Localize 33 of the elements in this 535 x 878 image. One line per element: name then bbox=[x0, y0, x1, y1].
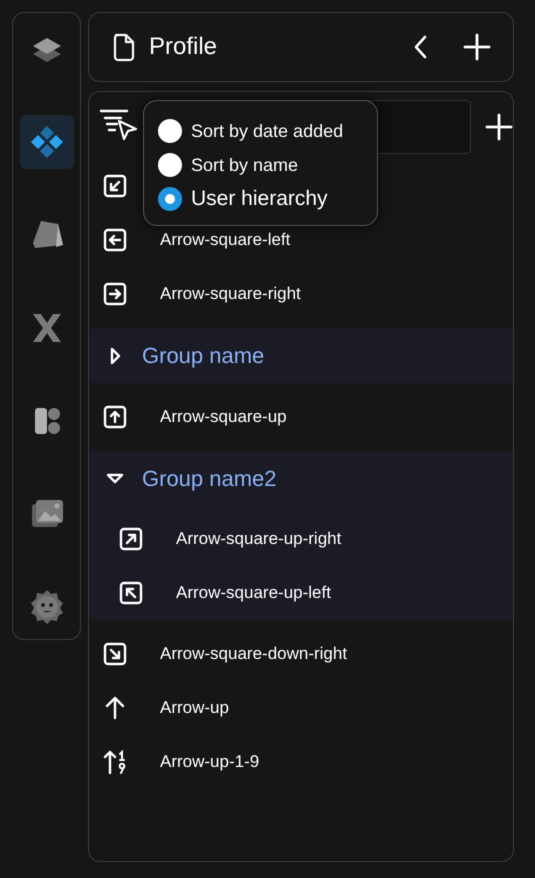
list-item[interactable]: Arrow-up bbox=[160, 698, 229, 718]
sort-ascending-icon bbox=[102, 749, 128, 775]
radio-button[interactable] bbox=[158, 119, 182, 143]
add-item-button[interactable] bbox=[485, 113, 513, 141]
filter-icon[interactable] bbox=[100, 110, 128, 132]
list-item[interactable]: Arrow-square-left bbox=[160, 230, 290, 250]
plus-icon bbox=[463, 33, 491, 61]
radio-button[interactable] bbox=[158, 153, 182, 177]
sort-option[interactable]: Sort by date added bbox=[158, 114, 377, 148]
add-button[interactable] bbox=[463, 33, 491, 61]
list-item[interactable]: Arrow-square-up bbox=[160, 407, 287, 427]
list-item[interactable]: Arrow-square-right bbox=[160, 284, 301, 304]
group-name[interactable]: Group name bbox=[142, 342, 264, 368]
arrow-square-up-icon bbox=[102, 404, 128, 430]
arrow-square-down-right-icon bbox=[102, 641, 128, 667]
arrow-square-right-icon bbox=[102, 281, 128, 307]
cursor-icon bbox=[118, 120, 138, 140]
group-name[interactable]: Group name2 bbox=[142, 466, 277, 492]
sort-option[interactable]: Sort by name bbox=[158, 148, 377, 182]
document-icon bbox=[111, 32, 137, 62]
arrow-square-down-left-icon bbox=[102, 173, 128, 199]
list-item[interactable]: Arrow-square-up-left bbox=[176, 583, 331, 603]
sort-option[interactable]: User hierarchy bbox=[158, 182, 377, 216]
list-item[interactable]: Arrow-square-up-right bbox=[176, 529, 342, 549]
arrow-square-up-right-icon bbox=[118, 526, 144, 552]
plus-icon bbox=[485, 113, 513, 141]
radio-button[interactable] bbox=[158, 187, 182, 211]
list-item[interactable]: Arrow-up-1-9 bbox=[160, 752, 260, 772]
arrow-square-left-icon bbox=[102, 227, 128, 253]
list-item[interactable]: Arrow-square-down-right bbox=[160, 644, 348, 664]
header-title: Profile bbox=[149, 33, 218, 61]
sidebar-item[interactable] bbox=[20, 115, 74, 169]
arrow-square-up-left-icon bbox=[118, 580, 144, 606]
